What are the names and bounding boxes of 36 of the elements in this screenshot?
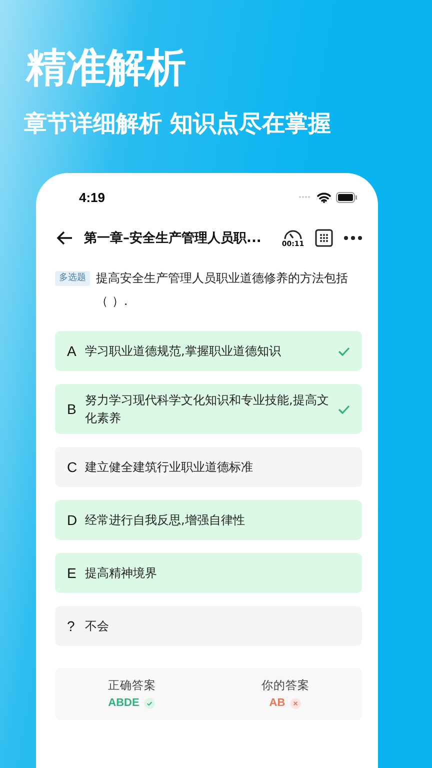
answer-label: 你的答案 <box>261 678 310 693</box>
grid-icon[interactable] <box>315 229 333 247</box>
answer-label: 正确答案 <box>108 678 156 693</box>
answer-option[interactable]: C 建立健全建筑行业职业道德标准 <box>55 447 362 487</box>
option-text: 建立健全建筑行业职业道德标准 <box>85 459 254 476</box>
option-letter: B <box>67 401 78 417</box>
battery-icon <box>336 192 358 202</box>
more-icon[interactable] <box>344 236 362 240</box>
answer-option[interactable]: D 经常进行自我反思,增强自律性 <box>55 500 362 540</box>
wifi-icon <box>317 192 331 202</box>
subtitle: 章节详细解析 知识点尽在掌握 <box>24 110 332 139</box>
option-text: 努力学习现代科学文化知识和专业技能,提高文化素养 <box>85 392 330 427</box>
nav-title: 第一章–安全生产管理人员职... <box>84 230 262 247</box>
option-letter: ? <box>67 618 76 634</box>
question-text: 提高安全生产管理人员职业道德修养的方法包括（ ）. <box>96 270 349 310</box>
option-text: 不会 <box>85 618 110 635</box>
option-letter: A <box>67 343 78 359</box>
headline: 精准解析 <box>26 44 187 93</box>
answer-option[interactable]: ? 不会 <box>55 606 362 646</box>
answer-option[interactable]: A 学习职业道德规范,掌握职业道德知识 <box>55 331 362 371</box>
signal-dots-icon <box>298 195 312 199</box>
option-letter: E <box>67 565 78 581</box>
option-text: 提高精神境界 <box>85 565 158 582</box>
cross-badge-icon <box>290 698 302 708</box>
answer-option[interactable]: E 提高精神境界 <box>55 553 362 593</box>
gauge-icon[interactable] <box>283 228 303 240</box>
option-letter: C <box>67 459 78 475</box>
question-type-tag: 多选题 <box>55 271 90 286</box>
answer-value: ABDE <box>108 697 140 709</box>
option-letter: D <box>67 512 78 528</box>
option-text: 学习职业道德规范,掌握职业道德知识 <box>85 343 282 360</box>
answer-value: AB <box>269 697 286 709</box>
back-arrow-icon[interactable] <box>57 231 73 245</box>
option-text: 经常进行自我反思,增强自律性 <box>85 512 246 529</box>
status-time: 4:19 <box>79 190 106 204</box>
check-badge-icon <box>144 698 156 708</box>
